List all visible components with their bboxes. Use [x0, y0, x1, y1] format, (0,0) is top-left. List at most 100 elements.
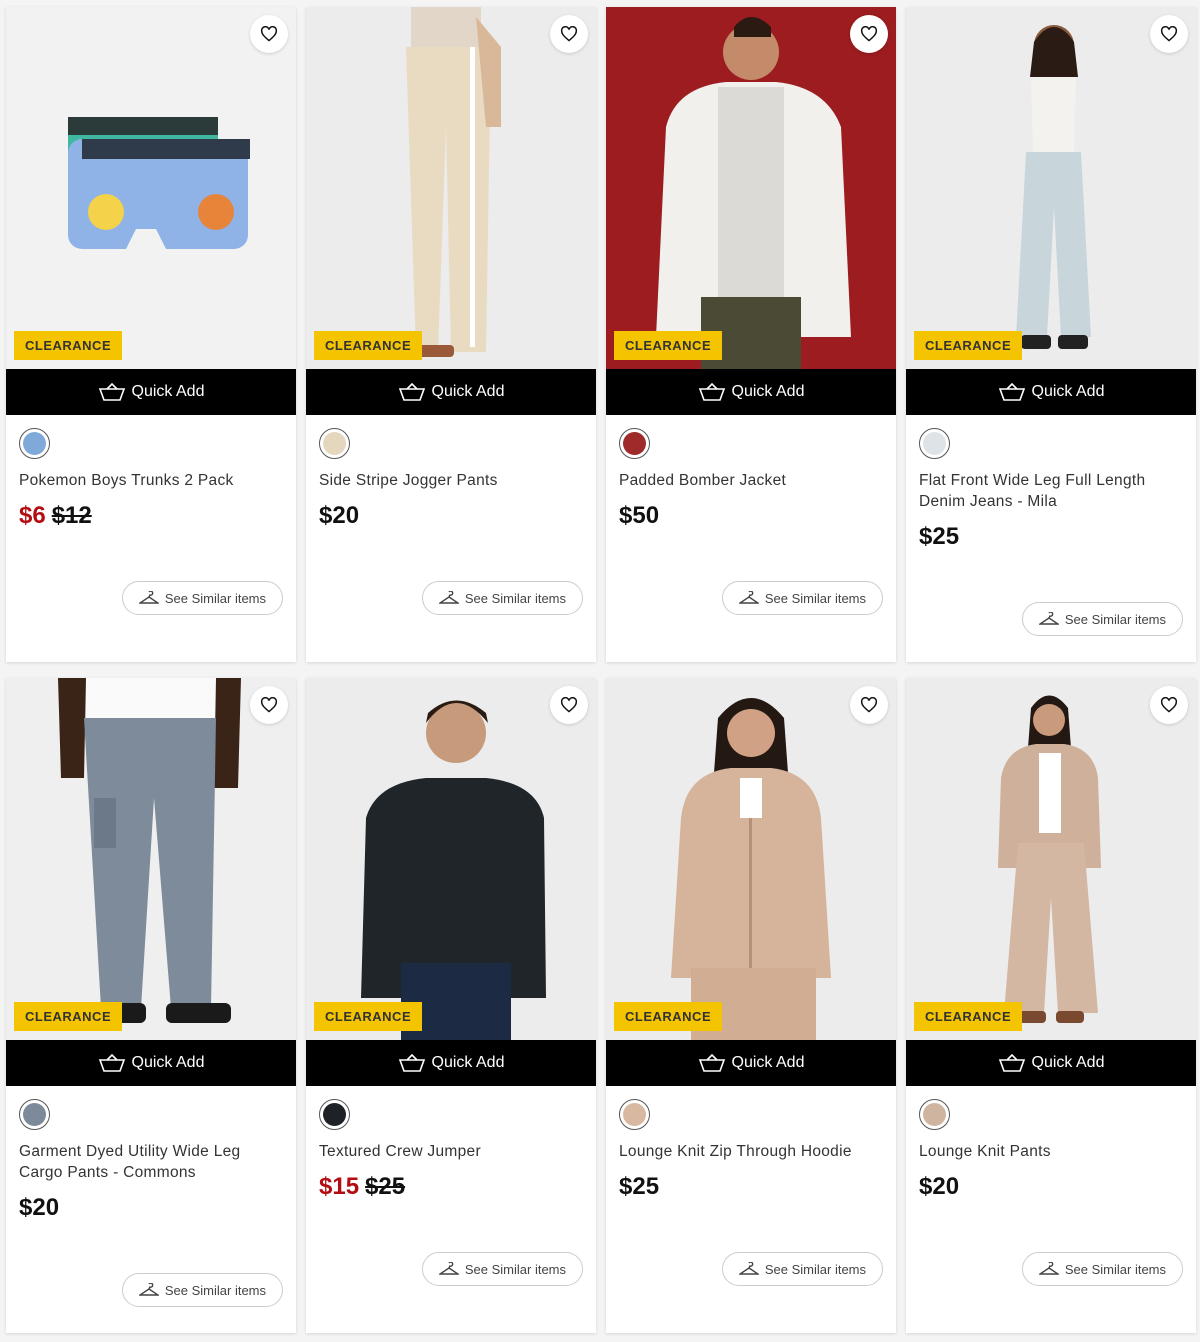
product-name[interactable]: Lounge Knit Pants — [919, 1141, 1183, 1162]
clearance-badge: CLEARANCE — [614, 331, 723, 360]
product-card[interactable]: CLEARANCE Quick Add Lounge Knit Pants $2… — [906, 678, 1196, 1333]
product-name[interactable]: Flat Front Wide Leg Full Length Denim Je… — [919, 470, 1183, 512]
wishlist-button[interactable] — [550, 686, 588, 724]
quick-add-button[interactable]: Quick Add — [606, 369, 896, 415]
color-swatch[interactable] — [19, 428, 50, 459]
product-name[interactable]: Garment Dyed Utility Wide Leg Cargo Pant… — [19, 1141, 283, 1183]
see-similar-label: See Similar items — [764, 590, 866, 606]
quick-add-button[interactable]: Quick Add — [606, 1040, 896, 1086]
product-image[interactable]: CLEARANCE — [6, 678, 296, 1040]
color-swatch[interactable] — [19, 1099, 50, 1130]
hanger-icon — [738, 591, 759, 604]
product-name[interactable]: Padded Bomber Jacket — [619, 470, 883, 491]
clearance-badge: CLEARANCE — [314, 331, 423, 360]
heart-icon — [260, 26, 278, 42]
product-card[interactable]: CLEARANCE Quick Add Lounge Knit Zip Thro… — [606, 678, 896, 1333]
quick-add-label: Quick Add — [131, 1054, 205, 1071]
product-image[interactable]: CLEARANCE — [606, 678, 896, 1040]
wishlist-button[interactable] — [250, 686, 288, 724]
see-similar-button[interactable]: See Similar items — [421, 1252, 583, 1286]
quick-add-label: Quick Add — [1031, 1054, 1105, 1071]
product-photo — [306, 678, 596, 1040]
product-name[interactable]: Lounge Knit Zip Through Hoodie — [619, 1141, 883, 1162]
wishlist-button[interactable] — [550, 15, 588, 53]
product-grid: CLEARANCE Quick Add Pokemon Boys Trunks … — [6, 7, 1196, 1333]
see-similar-label: See Similar items — [1064, 1261, 1166, 1277]
see-similar-button[interactable]: See Similar items — [1021, 1252, 1183, 1286]
sale-price: $6 — [19, 502, 46, 529]
clearance-badge: CLEARANCE — [14, 1002, 123, 1031]
quick-add-button[interactable]: Quick Add — [906, 369, 1196, 415]
color-swatch[interactable] — [319, 428, 350, 459]
see-similar-button[interactable]: See Similar items — [421, 581, 583, 615]
quick-add-label: Quick Add — [1031, 383, 1105, 400]
hanger-icon — [138, 1283, 159, 1296]
product-price: $25 — [619, 1173, 660, 1200]
clearance-badge: CLEARANCE — [614, 1002, 723, 1031]
sale-price: $15 — [319, 1173, 360, 1200]
hanger-icon — [738, 1262, 759, 1275]
color-swatch[interactable] — [619, 1099, 650, 1130]
heart-icon — [560, 697, 578, 713]
product-name[interactable]: Textured Crew Jumper — [319, 1141, 583, 1162]
wishlist-button[interactable] — [250, 15, 288, 53]
wishlist-button[interactable] — [1150, 15, 1188, 53]
product-card[interactable]: CLEARANCE Quick Add Padded Bomber Jacket… — [606, 7, 896, 662]
hanger-icon — [438, 1262, 459, 1275]
see-similar-label: See Similar items — [464, 590, 566, 606]
color-swatch[interactable] — [919, 428, 950, 459]
product-price: $20 — [319, 502, 360, 529]
see-similar-button[interactable]: See Similar items — [121, 581, 283, 615]
product-price: $15 $25 — [319, 1173, 583, 1201]
basket-icon — [98, 383, 125, 401]
product-price: $20 — [919, 1173, 960, 1200]
quick-add-label: Quick Add — [731, 383, 805, 400]
product-photo — [6, 678, 296, 1040]
see-similar-label: See Similar items — [164, 1282, 266, 1298]
basket-icon — [398, 383, 425, 401]
product-photo — [606, 7, 896, 369]
quick-add-button[interactable]: Quick Add — [306, 1040, 596, 1086]
basket-icon — [698, 1054, 725, 1072]
product-card[interactable]: CLEARANCE Quick Add Flat Front Wide Leg … — [906, 7, 1196, 662]
product-card[interactable]: CLEARANCE Quick Add Pokemon Boys Trunks … — [6, 7, 296, 662]
wishlist-button[interactable] — [1150, 686, 1188, 724]
product-card[interactable]: CLEARANCE Quick Add Textured Crew Jumper… — [306, 678, 596, 1333]
product-image[interactable]: CLEARANCE — [306, 7, 596, 369]
product-price: $6 $12 — [19, 502, 283, 530]
product-image[interactable]: CLEARANCE — [606, 7, 896, 369]
quick-add-button[interactable]: Quick Add — [906, 1040, 1196, 1086]
see-similar-button[interactable]: See Similar items — [1021, 602, 1183, 636]
wishlist-button[interactable] — [850, 15, 888, 53]
hanger-icon — [1038, 1262, 1059, 1275]
hanger-icon — [138, 591, 159, 604]
product-photo — [906, 678, 1196, 1040]
product-card[interactable]: CLEARANCE Quick Add Garment Dyed Utility… — [6, 678, 296, 1333]
see-similar-label: See Similar items — [1064, 611, 1166, 627]
product-name[interactable]: Pokemon Boys Trunks 2 Pack — [19, 470, 283, 491]
see-similar-button[interactable]: See Similar items — [121, 1273, 283, 1307]
see-similar-button[interactable]: See Similar items — [721, 1252, 883, 1286]
product-card[interactable]: CLEARANCE Quick Add Side Stripe Jogger P… — [306, 7, 596, 662]
heart-icon — [560, 26, 578, 42]
product-name[interactable]: Side Stripe Jogger Pants — [319, 470, 583, 491]
quick-add-label: Quick Add — [431, 383, 505, 400]
wishlist-button[interactable] — [850, 686, 888, 724]
basket-icon — [998, 1054, 1025, 1072]
basket-icon — [998, 383, 1025, 401]
color-swatch[interactable] — [319, 1099, 350, 1130]
original-price: $12 — [51, 502, 92, 529]
product-image[interactable]: CLEARANCE — [6, 7, 296, 369]
see-similar-button[interactable]: See Similar items — [721, 581, 883, 615]
quick-add-button[interactable]: Quick Add — [6, 369, 296, 415]
product-image[interactable]: CLEARANCE — [906, 7, 1196, 369]
product-image[interactable]: CLEARANCE — [306, 678, 596, 1040]
color-swatch[interactable] — [619, 428, 650, 459]
quick-add-button[interactable]: Quick Add — [6, 1040, 296, 1086]
quick-add-button[interactable]: Quick Add — [306, 369, 596, 415]
quick-add-label: Quick Add — [131, 383, 205, 400]
color-swatch[interactable] — [919, 1099, 950, 1130]
product-photo — [906, 7, 1196, 369]
product-image[interactable]: CLEARANCE — [906, 678, 1196, 1040]
product-price: $50 — [619, 502, 660, 529]
